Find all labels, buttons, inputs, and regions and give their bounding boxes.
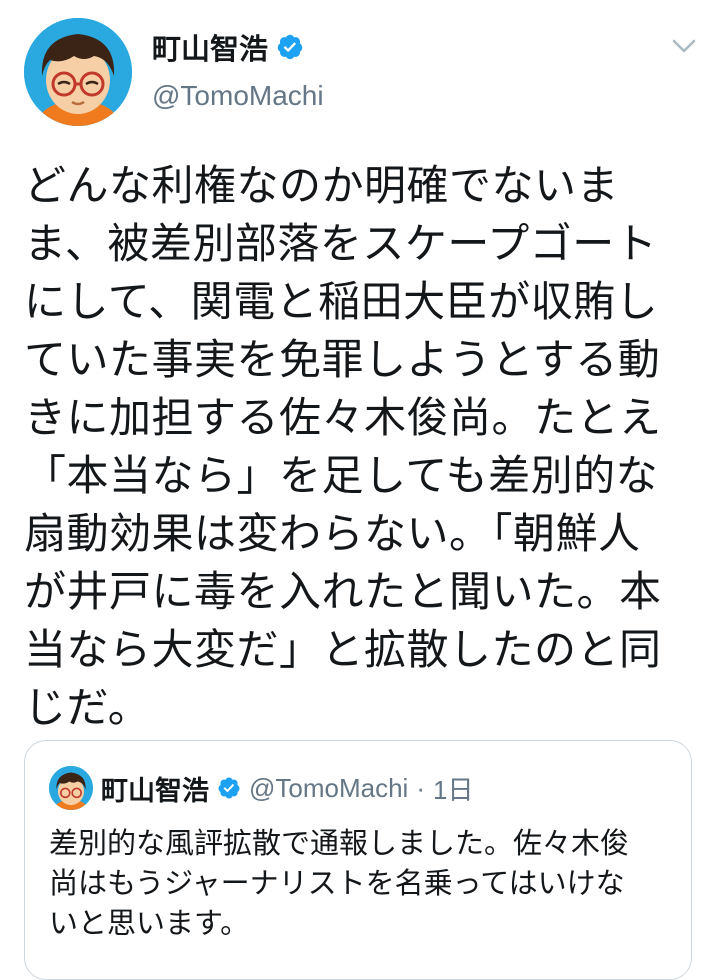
verified-badge-icon	[218, 777, 240, 799]
tweet-text-line: ていた事実を免罪しようとする動	[24, 335, 661, 384]
cartoon-avatar-icon	[24, 18, 132, 126]
cartoon-avatar-icon	[49, 766, 93, 810]
tweet-text: どんな利権なのか明確でないま ま、被差別部落をスケープゴート にして、関電と稲田…	[24, 157, 694, 737]
quoted-display-name: 町山智浩	[101, 775, 209, 807]
quoted-timestamp[interactable]: 1日	[433, 770, 473, 807]
tweet-text-line: きに加担する佐々木俊尚。たとえ	[24, 393, 662, 442]
author-handle[interactable]: @TomoMachi	[152, 80, 324, 112]
tweet-text-line: どんな利権なのか明確でないま	[24, 161, 620, 210]
verified-badge-icon	[277, 34, 303, 60]
quoted-handle: @TomoMachi	[249, 772, 409, 803]
quoted-tweet-header: 町山智浩 @TomoMachi · 1日	[49, 766, 473, 810]
quoted-text-line: 尚はもうジャーナリストを名乗ってはいけな	[49, 866, 625, 900]
quoted-text-line: 差別的な風評拡散で通報しました。佐々木俊	[49, 826, 630, 860]
tweet-text-line: ま、被差別部落をスケープゴート	[24, 219, 658, 268]
tweet-text-line: が井戸に毒を入れたと聞いた。本	[24, 567, 662, 616]
author-display-name-row[interactable]: 町山智浩	[152, 26, 304, 68]
tweet-text-line: 当なら大変だ」と拡散したのと同	[24, 625, 662, 674]
quoted-tweet-card[interactable]: 町山智浩 @TomoMachi · 1日 差別的な風評拡散で通報しました。佐々木…	[24, 740, 692, 980]
avatar[interactable]	[24, 18, 132, 126]
quoted-text-line: いと思います。	[49, 906, 250, 940]
quoted-tweet-text: 差別的な風評拡散で通報しました。佐々木俊 尚はもうジャーナリストを名乗ってはいけ…	[49, 823, 679, 943]
tweet-text-line: 扇動効果は変わらない。「朝鮮人	[24, 509, 641, 558]
tweet-text-line: にして、関電と稲田大臣が収賄し	[24, 277, 659, 326]
quoted-separator: ·	[416, 772, 425, 803]
chevron-down-icon[interactable]	[670, 36, 698, 56]
tweet-text-line: じだ。	[24, 683, 151, 732]
quoted-avatar	[49, 766, 93, 810]
tweet-text-line: 「本当なら」を足しても差別的な	[24, 451, 659, 500]
author-display-name[interactable]: 町山智浩	[152, 26, 268, 68]
